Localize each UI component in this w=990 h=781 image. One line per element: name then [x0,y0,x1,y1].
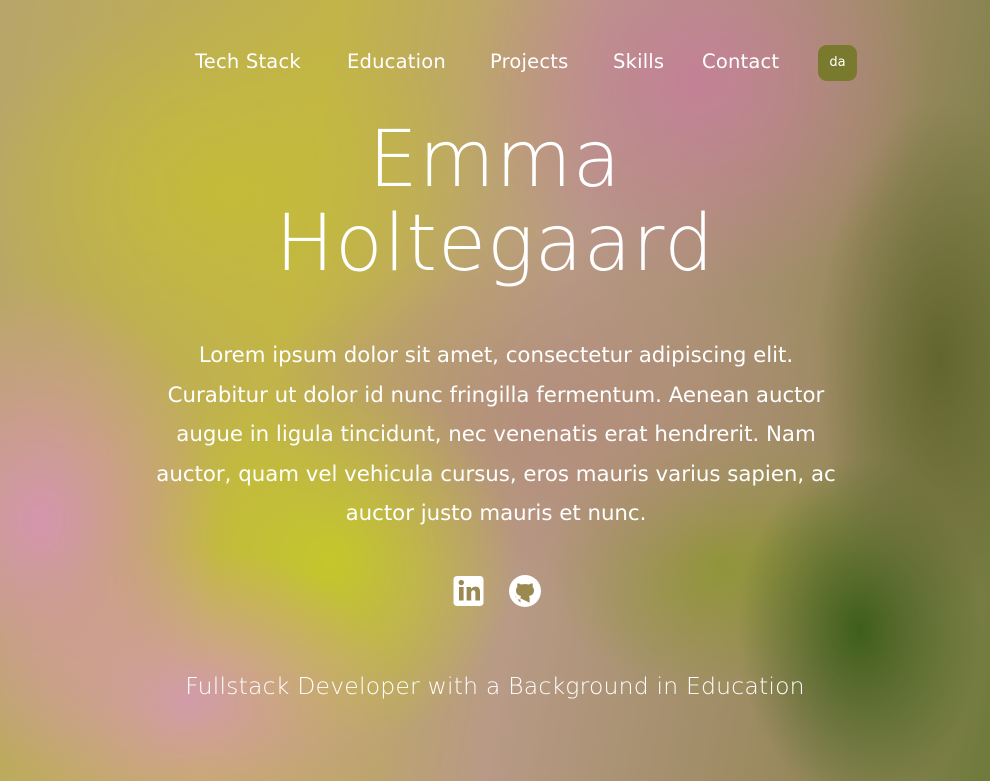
language-toggle-button[interactable]: da [818,45,857,81]
nav-link-projects[interactable]: Projects [490,50,568,73]
linkedin-icon [453,576,484,606]
main-navigation: Tech Stack Education Projects Skills Con… [0,44,990,82]
hero-first-name: Emma [368,115,622,205]
nav-link-skills[interactable]: Skills [613,50,664,73]
hero-intro-text: Lorem ipsum dolor sit amet, consectetur … [156,343,836,526]
github-link[interactable] [508,574,542,608]
hero-tagline: Fullstack Developer with a Background in… [185,672,805,700]
nav-link-education[interactable]: Education [347,50,446,73]
linkedin-link[interactable] [452,574,486,608]
nav-link-tech-stack[interactable]: Tech Stack [195,50,301,73]
hero-last-name: Holtegaard [275,199,715,289]
social-links [452,574,544,608]
nav-link-contact[interactable]: Contact [702,50,779,73]
github-icon [509,575,541,607]
hero-name: Emma Holtegaard [0,118,990,286]
